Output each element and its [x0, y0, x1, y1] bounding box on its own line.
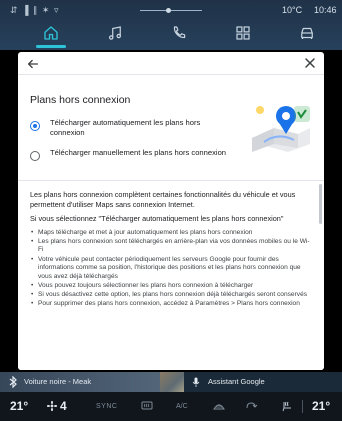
list-item: Si vous désactivez cette option, les pla…	[30, 291, 310, 300]
seat-heating-icon[interactable]	[280, 400, 294, 412]
radio-manual-download[interactable]	[30, 151, 40, 161]
scrollbar[interactable]	[319, 184, 322, 224]
dialog-header	[18, 52, 324, 74]
tab-vehicle[interactable]	[284, 18, 330, 48]
option-label: Télécharger automatiquement les plans ho…	[50, 118, 201, 137]
climate-bar: 21° 4 SYNC A/C 21°	[0, 392, 342, 421]
page-title: Plans hors connexion	[30, 94, 131, 106]
recirculation-icon[interactable]	[244, 400, 258, 412]
clock: 10:46	[314, 5, 337, 15]
assistant-label: Assistant Google	[208, 377, 265, 386]
rear-defrost-icon[interactable]	[140, 400, 154, 412]
tab-apps[interactable]	[220, 18, 266, 48]
list-item: Vous pouvez toujours sélectionner les pl…	[30, 282, 310, 291]
main-navigation	[28, 18, 328, 48]
passenger-temperature[interactable]: 21°	[312, 399, 330, 413]
google-assistant-button[interactable]: Assistant Google	[184, 372, 342, 392]
sync-button[interactable]: SYNC	[96, 403, 117, 410]
status-bar: ⇵ ▐ ∥ ✶ ▿ 10°C 10:46	[0, 4, 342, 18]
phone-icon	[173, 26, 186, 39]
option-manual-download[interactable]: Télécharger manuellement les plans hors …	[30, 148, 230, 170]
car-icon	[301, 27, 313, 39]
list-item: Les plans hors connexion sont téléchargé…	[30, 238, 310, 255]
fan-speed[interactable]: 4	[46, 399, 67, 413]
offline-maps-illustration	[252, 106, 310, 152]
fan-icon	[47, 401, 57, 411]
close-icon[interactable]	[304, 57, 316, 69]
bluetooth-icon	[9, 376, 17, 388]
scroll-fade	[18, 360, 324, 370]
tab-home[interactable]	[28, 18, 74, 48]
status-indicator-line	[140, 10, 202, 11]
offline-maps-dialog: Plans hors connexion Télécharger automat…	[18, 52, 324, 370]
intro-paragraph: Les plans hors connexion complètent cert…	[30, 190, 296, 209]
outside-temperature: 10°C	[282, 5, 303, 15]
radio-auto-download[interactable]	[30, 121, 40, 131]
now-playing[interactable]: Voiture noire - Meak	[0, 372, 160, 392]
home-icon	[44, 26, 58, 40]
driver-temperature[interactable]: 21°	[10, 399, 28, 413]
info-text: Les plans hors connexion complètent cert…	[30, 190, 310, 309]
climate-divider	[302, 400, 303, 413]
microphone-icon	[192, 377, 200, 387]
album-art	[160, 372, 184, 392]
status-icons: ⇵ ▐ ∥ ✶ ▿	[10, 5, 60, 15]
if-selected-paragraph: Si vous sélectionnez "Télécharger automa…	[30, 214, 284, 224]
media-bar: Voiture noire - Meak Assistant Google	[0, 372, 342, 392]
fan-level: 4	[60, 399, 67, 413]
tab-music[interactable]	[92, 18, 138, 48]
back-arrow-icon[interactable]	[26, 57, 40, 71]
status-indicator-dot	[166, 8, 171, 13]
info-list: Maps télécharge et met à jour automatiqu…	[30, 229, 310, 309]
option-auto-download[interactable]: Télécharger automatiquement les plans ho…	[30, 118, 230, 140]
ac-button[interactable]: A/C	[176, 403, 188, 410]
option-label: Télécharger manuellement les plans hors …	[50, 148, 227, 157]
music-note-icon	[109, 26, 122, 40]
track-title: Voiture noire - Meak	[24, 377, 92, 386]
list-item: Pour supprimer des plans hors connexion,…	[30, 300, 310, 309]
top-bar: ⇵ ▐ ∥ ✶ ▿ 10°C 10:46	[0, 0, 342, 50]
front-defrost-icon[interactable]	[212, 400, 226, 412]
tab-phone[interactable]	[156, 18, 202, 48]
header-divider	[18, 74, 324, 75]
apps-grid-icon	[236, 26, 250, 40]
section-divider	[18, 180, 324, 181]
list-item: Maps télécharge et met à jour automatiqu…	[30, 229, 310, 238]
list-item: Votre véhicule peut contacter périodique…	[30, 256, 310, 282]
